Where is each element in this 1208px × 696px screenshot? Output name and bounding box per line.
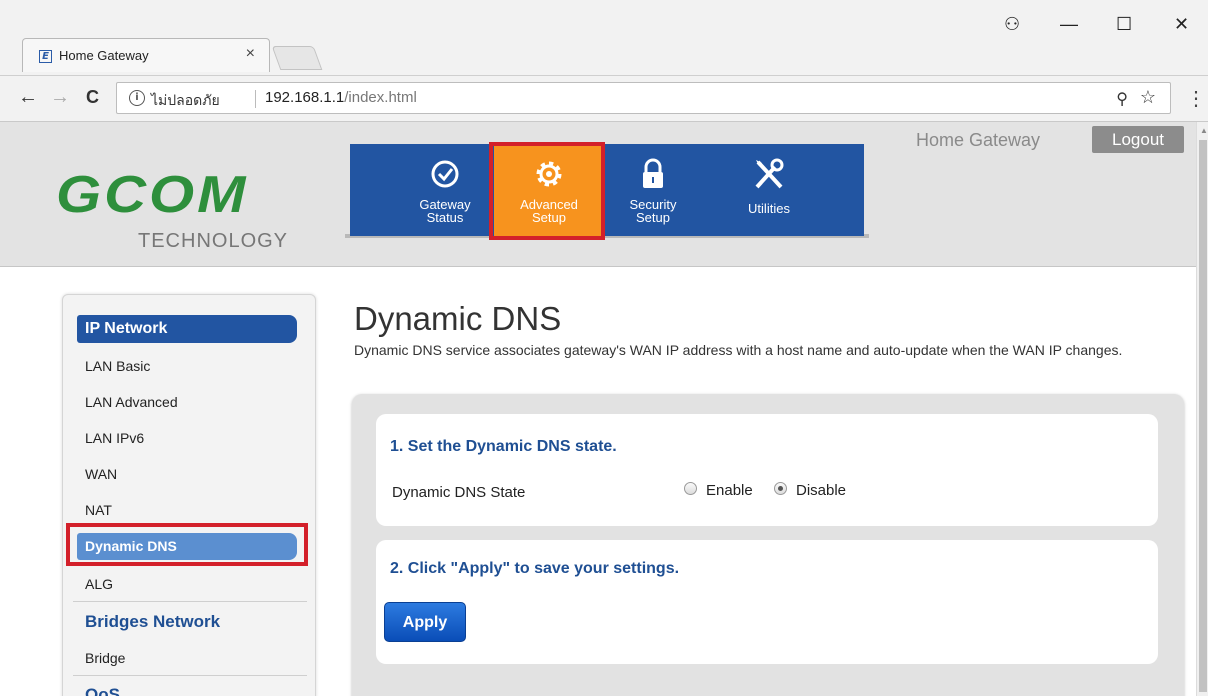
minimize-button[interactable]: — — [1060, 14, 1078, 35]
url-path: /index.html — [344, 89, 417, 106]
highlight-annotation — [66, 523, 308, 566]
scroll-thumb[interactable] — [1199, 140, 1207, 692]
page-description: Dynamic DNS service associates gateway's… — [354, 342, 1123, 358]
sidebar: IP Network LAN Basic LAN Advanced LAN IP… — [62, 294, 316, 696]
divider — [255, 90, 256, 108]
state-card: 1. Set the Dynamic DNS state. Dynamic DN… — [376, 414, 1158, 526]
url-host: 192.168.1.1 — [265, 89, 345, 106]
page-viewport: GCOM TECHNOLOGY Home Gateway Logout Gate… — [0, 122, 1196, 696]
apply-card: 2. Click "Apply" to save your settings. … — [376, 540, 1158, 664]
bookmark-star-icon[interactable]: ☆ — [1140, 87, 1156, 108]
scroll-up-icon[interactable]: ▲ — [1200, 126, 1208, 135]
browser-menu-icon[interactable]: ⋮ — [1186, 86, 1206, 111]
info-icon[interactable]: i — [129, 90, 145, 106]
toolbar: ← → C i ไม่ปลอดภัย 192.168.1.1/index.htm… — [0, 76, 1208, 122]
close-window-button[interactable]: ✕ — [1174, 14, 1189, 35]
address-bar[interactable]: i ไม่ปลอดภัย 192.168.1.1/index.html ⚲ ☆ — [116, 82, 1171, 114]
gateway-title: Home Gateway — [916, 130, 1041, 150]
logo: GCOM TECHNOLOGY — [56, 165, 316, 252]
section-title: 1. Set the Dynamic DNS state. — [390, 438, 617, 455]
logout-button[interactable]: Logout — [1092, 126, 1184, 153]
logo-subtitle: TECHNOLOGY — [138, 230, 289, 252]
sidebar-item-wan[interactable]: WAN — [85, 466, 117, 482]
new-tab-button[interactable] — [271, 46, 323, 70]
security-status[interactable]: ไม่ปลอดภัย — [151, 90, 220, 112]
enable-label[interactable]: Enable — [706, 482, 753, 499]
nav-security-setup[interactable]: Security Setup — [598, 144, 708, 236]
sidebar-item-lan-basic[interactable]: LAN Basic — [85, 358, 150, 374]
enable-radio[interactable] — [684, 482, 697, 495]
reload-button[interactable]: C — [86, 87, 99, 108]
browser-tab[interactable]: E Home Gateway × — [22, 38, 270, 72]
main-nav: Gateway Status Advanced Setup Security S… — [350, 144, 864, 236]
nav-label: Utilities — [748, 201, 790, 216]
settings-panel: 1. Set the Dynamic DNS state. Dynamic DN… — [352, 394, 1184, 696]
page-header: GCOM TECHNOLOGY Home Gateway Logout Gate… — [0, 122, 1196, 267]
highlight-annotation — [489, 142, 605, 240]
check-circle-icon — [390, 158, 500, 190]
sidebar-group-bridges-network[interactable]: Bridges Network — [85, 612, 220, 632]
apply-button[interactable]: Apply — [384, 602, 466, 642]
sidebar-divider — [73, 601, 307, 602]
account-icon[interactable]: ⚇ — [1004, 14, 1020, 35]
key-icon[interactable]: ⚲ — [1116, 89, 1128, 109]
logo-main-text: GCOM — [56, 165, 249, 224]
tab-close-icon[interactable]: × — [246, 45, 255, 63]
sidebar-group-qos[interactable]: QoS — [85, 685, 120, 696]
favicon-icon: E — [39, 50, 52, 63]
sidebar-item-lan-advanced[interactable]: LAN Advanced — [85, 394, 178, 410]
sidebar-divider — [73, 675, 307, 676]
browser-titlebar: E Home Gateway × ⚇ — ☐ ✕ — [0, 0, 1208, 76]
sidebar-header-ip-network[interactable]: IP Network — [77, 315, 297, 343]
sidebar-item-bridge[interactable]: Bridge — [85, 650, 125, 666]
lock-icon — [598, 158, 708, 190]
forward-button[interactable]: → — [50, 86, 70, 109]
disable-label[interactable]: Disable — [796, 482, 846, 499]
nav-utilities[interactable]: Utilities — [714, 144, 824, 236]
back-button[interactable]: ← — [18, 86, 38, 109]
page-title: Dynamic DNS — [354, 300, 562, 337]
maximize-button[interactable]: ☐ — [1116, 14, 1132, 35]
vertical-scrollbar[interactable]: ▲ — [1196, 122, 1208, 696]
tools-icon — [714, 158, 824, 190]
nav-label: Gateway Status — [419, 197, 471, 225]
dynamic-dns-state-label: Dynamic DNS State — [392, 484, 526, 501]
sidebar-item-lan-ipv6[interactable]: LAN IPv6 — [85, 430, 144, 446]
nav-gateway-status[interactable]: Gateway Status — [390, 144, 500, 236]
url-text[interactable]: 192.168.1.1/index.html — [265, 89, 417, 106]
sidebar-item-alg[interactable]: ALG — [85, 576, 113, 592]
sidebar-item-nat[interactable]: NAT — [85, 502, 112, 518]
disable-radio[interactable] — [774, 482, 787, 495]
tab-title: Home Gateway — [59, 48, 149, 63]
section-title: 2. Click "Apply" to save your settings. — [390, 560, 680, 577]
nav-label: Security Setup — [629, 197, 677, 225]
